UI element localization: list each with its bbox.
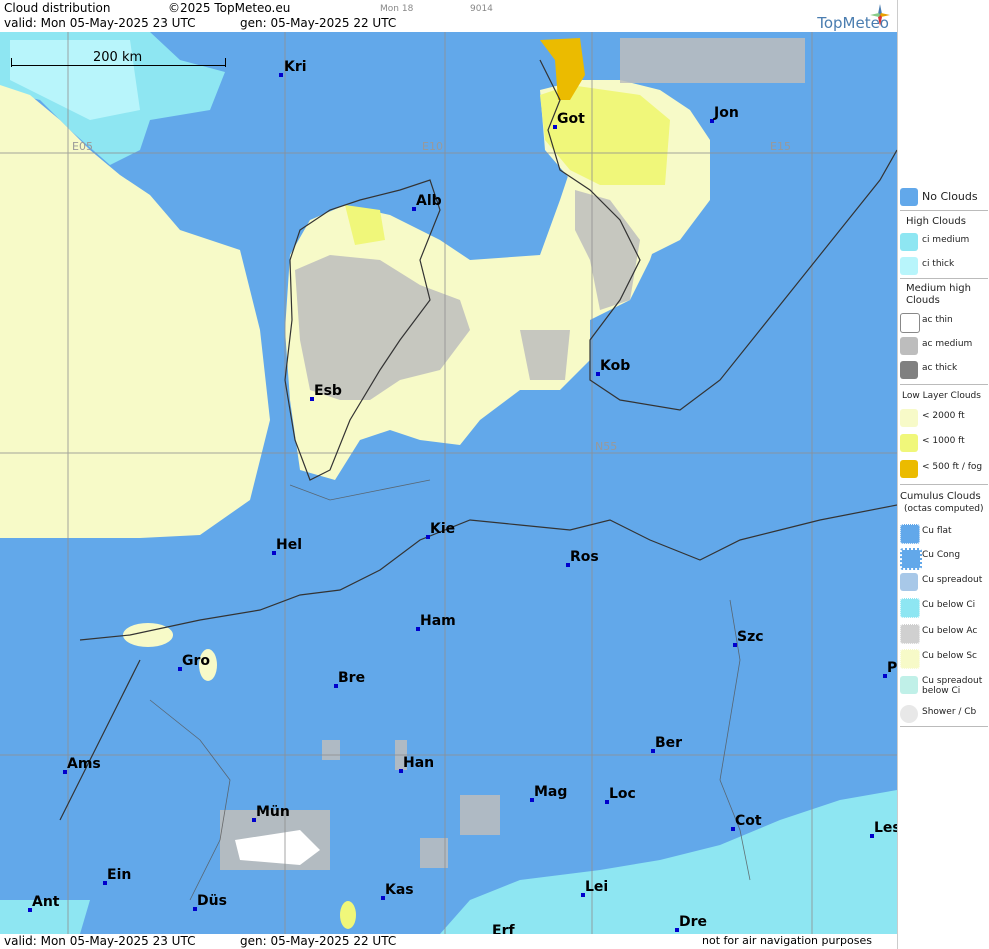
city-label[interactable]: Ant (32, 894, 60, 910)
legend-cu-spreadout: Cu spreadout (898, 571, 989, 593)
swatch (900, 313, 920, 333)
ci-medium-area-southeast (440, 790, 897, 934)
disclaimer: not for air navigation purposes (702, 934, 872, 947)
city-label[interactable]: Kri (284, 59, 307, 75)
city-label[interactable]: Ber (655, 735, 682, 751)
swatch (900, 649, 920, 669)
city-label[interactable]: Han (403, 755, 434, 771)
valid-time: valid: Mon 05-May-2025 23 UTC (4, 16, 196, 30)
legend-shower: Shower / Cb (898, 703, 989, 725)
city-label[interactable]: Jon (714, 105, 739, 121)
code-label: 9014 (470, 4, 493, 14)
grid-label-n55: N55 (595, 440, 618, 453)
low-1000-patch-dus (340, 901, 356, 929)
legend-cu-below-ac: Cu below Ac (898, 622, 989, 644)
legend-medium-title: Medium high Clouds (906, 283, 971, 306)
ac-medium-patch-magdeburg (460, 795, 500, 835)
city-label[interactable]: Lei (585, 879, 608, 895)
grid-label-e05: E05 (72, 140, 93, 153)
shower-icon (900, 705, 918, 723)
ac-medium-patch-3 (322, 740, 340, 760)
swatch (900, 361, 918, 379)
header: Cloud distribution ©2025 TopMeteo.eu Mon… (0, 0, 897, 32)
city-label[interactable]: P (887, 660, 897, 676)
swatch (900, 624, 920, 644)
swatch (900, 409, 918, 427)
city-label[interactable]: Hel (276, 537, 302, 553)
city-label[interactable]: Düs (197, 893, 227, 909)
scale-label: 200 km (93, 50, 143, 65)
legend-cu-flat: Cu flat (898, 522, 989, 544)
cloud-map[interactable]: 200 km E05 E10 E15 N55 Kri Got Jon Alb K… (0, 32, 897, 934)
city-label[interactable]: Bre (338, 670, 365, 686)
legend-panel: No Clouds High Clouds ci medium ci thick… (897, 0, 989, 949)
legend-low-title: Low Layer Clouds (902, 391, 981, 401)
copyright: ©2025 TopMeteo.eu (168, 1, 291, 15)
legend-cu-spread-ci: Cu spreadout below Ci (898, 674, 989, 700)
city-label[interactable]: Loc (609, 786, 636, 802)
legend-no-clouds: No Clouds (898, 186, 989, 208)
swatch (900, 524, 920, 544)
city-label[interactable]: Cot (735, 813, 762, 829)
swatch (900, 233, 918, 251)
city-label[interactable]: Ein (107, 867, 131, 883)
legend-low-500: < 500 ft / fog (898, 458, 989, 480)
city-label[interactable]: Kas (385, 882, 414, 898)
legend-ac-medium: ac medium (898, 335, 989, 357)
city-label[interactable]: Les (874, 820, 897, 836)
compass-icon (870, 4, 890, 26)
grid-label-e15: E15 (770, 140, 791, 153)
city-label[interactable]: Alb (416, 193, 442, 209)
swatch (900, 598, 920, 618)
swatch (900, 573, 918, 591)
city-label[interactable]: Dre (679, 914, 707, 930)
legend-high-title: High Clouds (906, 216, 966, 227)
city-label[interactable]: Kob (600, 358, 630, 374)
legend-ci-medium: ci medium (898, 231, 989, 253)
swatch (900, 548, 922, 570)
swatch (900, 337, 918, 355)
footer-valid: valid: Mon 05-May-2025 23 UTC (4, 934, 196, 948)
swatch (900, 434, 918, 452)
swatch (900, 676, 918, 694)
city-label[interactable]: Erf (492, 923, 515, 934)
city-label[interactable]: Mag (534, 784, 567, 800)
city-label[interactable]: Mün (256, 804, 290, 820)
gen-time: gen: 05-May-2025 22 UTC (240, 16, 397, 30)
city-label[interactable]: Ham (420, 613, 456, 629)
city-label[interactable]: Ros (570, 549, 599, 565)
city-label[interactable]: Esb (314, 383, 342, 399)
legend-cu-subtitle: (octas computed) (904, 504, 984, 514)
legend-cu-below-ci: Cu below Ci (898, 596, 989, 618)
city-label[interactable]: Szc (737, 629, 764, 645)
legend-cu-below-sc: Cu below Sc (898, 647, 989, 669)
city-label[interactable]: Kie (430, 521, 455, 537)
grid-label-e10: E10 (422, 140, 443, 153)
swatch (900, 188, 918, 206)
map-layers (0, 32, 897, 934)
footer-gen: gen: 05-May-2025 22 UTC (240, 934, 397, 948)
legend-cu-cong: Cu Cong (898, 546, 989, 570)
swatch (900, 460, 918, 478)
legend-cu-title: Cumulus Clouds (900, 491, 981, 502)
swatch (900, 257, 918, 275)
map-title: Cloud distribution (4, 1, 111, 15)
scale-bar: 200 km (8, 50, 226, 68)
legend-ac-thick: ac thick (898, 359, 989, 381)
city-label[interactable]: Got (557, 111, 585, 127)
ac-medium-patch-2 (420, 838, 448, 868)
city-label[interactable]: Ams (67, 756, 101, 772)
run-label: Mon 18 (380, 4, 414, 14)
ac-medium-patch-north (620, 38, 805, 83)
city-label[interactable]: Gro (182, 653, 210, 669)
legend-ci-thick: ci thick (898, 255, 989, 277)
footer: valid: Mon 05-May-2025 23 UTC gen: 05-Ma… (0, 934, 897, 949)
legend-ac-thin: ac thin (898, 311, 989, 333)
legend-low-2000: < 2000 ft (898, 407, 989, 429)
legend-low-1000: < 1000 ft (898, 432, 989, 454)
